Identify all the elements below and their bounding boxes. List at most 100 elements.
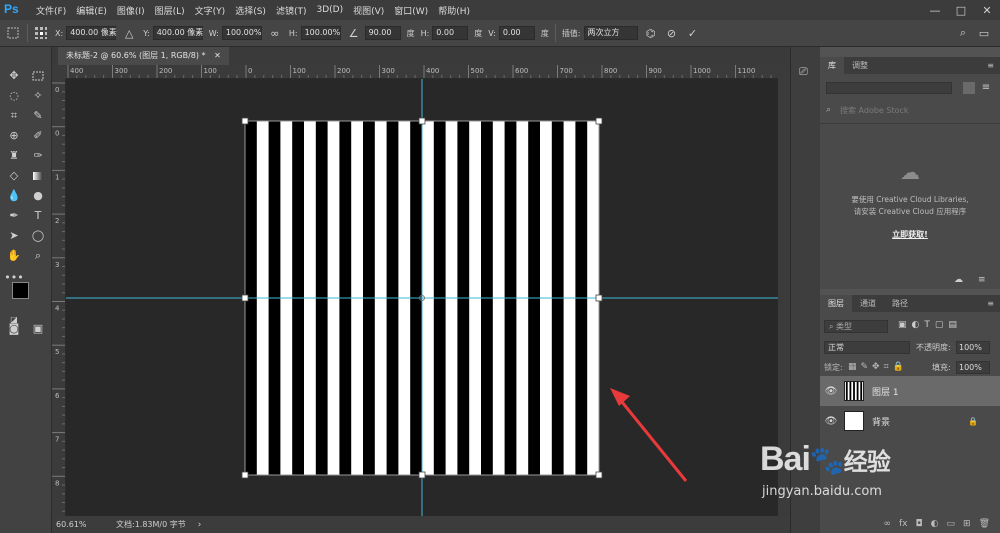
- layer-filter-icons[interactable]: ▣◐T▢▤: [898, 320, 994, 333]
- menu-image[interactable]: 图像(I): [117, 4, 145, 17]
- angle-field[interactable]: 90.00: [364, 26, 401, 40]
- canvas-area[interactable]: [66, 79, 778, 516]
- vskew-field[interactable]: 0.00: [498, 26, 535, 40]
- link-icon[interactable]: ∞: [267, 25, 283, 41]
- menu-help[interactable]: 帮助(H): [438, 4, 470, 17]
- eyedropper-tool-icon[interactable]: ✎: [28, 107, 48, 124]
- quick-mask-icon[interactable]: ◙: [4, 320, 24, 337]
- menu-window[interactable]: 窗口(W): [394, 4, 428, 17]
- screen-mode-icon[interactable]: ▣: [28, 320, 48, 337]
- move-tool-icon[interactable]: ✥: [4, 67, 24, 84]
- transform-handle-tr[interactable]: [595, 117, 603, 125]
- vertical-scrollbar[interactable]: [778, 65, 790, 516]
- new-group-icon[interactable]: ▭: [947, 519, 956, 529]
- tab-channels[interactable]: 通道: [852, 295, 884, 312]
- blur-tool-icon[interactable]: 💧: [4, 187, 24, 204]
- transform-handle-left[interactable]: [241, 294, 249, 302]
- horizontal-ruler[interactable]: 400 300 200 100 0 100 200 300 400 500 600 700 800 900…: [66, 65, 778, 79]
- library-menu-icon[interactable]: ≡: [978, 275, 994, 287]
- zoom-tool-icon[interactable]: ⌕: [28, 247, 48, 264]
- history-panel-icon[interactable]: ⎚: [799, 65, 813, 79]
- brush-tool-icon[interactable]: ✐: [28, 127, 48, 144]
- clone-stamp-tool-icon[interactable]: ♜: [4, 147, 24, 164]
- fill-field[interactable]: 100%: [956, 361, 990, 374]
- delta-icon[interactable]: △: [121, 25, 137, 41]
- pen-tool-icon[interactable]: ✒: [4, 207, 24, 224]
- h-field[interactable]: 100.00%: [300, 26, 341, 40]
- layers-menu-icon[interactable]: ≡: [981, 295, 1000, 312]
- w-field[interactable]: 100.00%: [221, 26, 262, 40]
- link-layers-icon[interactable]: ∞: [884, 519, 892, 529]
- transform-handle-tl[interactable]: [241, 117, 249, 125]
- minimize-button[interactable]: —: [922, 0, 948, 20]
- search-icon[interactable]: ⌕: [955, 25, 971, 41]
- eraser-tool-icon[interactable]: ◇: [4, 167, 24, 184]
- layer-style-icon[interactable]: fx: [899, 519, 908, 529]
- transform-handle-right[interactable]: [595, 294, 603, 302]
- menu-select[interactable]: 选择(S): [235, 4, 266, 17]
- hand-tool-icon[interactable]: ✋: [4, 247, 24, 264]
- list-view-icon[interactable]: ≡: [980, 82, 992, 94]
- canvas-drawing[interactable]: [66, 79, 778, 516]
- type-tool-icon[interactable]: T: [28, 207, 48, 224]
- blend-mode-select[interactable]: 正常: [824, 341, 910, 354]
- history-brush-tool-icon[interactable]: ✑: [28, 147, 48, 164]
- new-layer-icon[interactable]: ⊞: [963, 519, 971, 529]
- status-menu-arrow[interactable]: ›: [198, 520, 202, 530]
- close-window-button[interactable]: ✕: [974, 0, 1000, 20]
- warp-icon[interactable]: ⌬: [643, 25, 659, 41]
- reference-point-icon[interactable]: [33, 25, 49, 41]
- layer-name[interactable]: 图层 1: [872, 385, 899, 398]
- lasso-tool-icon[interactable]: ◌: [4, 87, 24, 104]
- menu-file[interactable]: 文件(F): [36, 4, 66, 17]
- hskew-field[interactable]: 0.00: [432, 26, 469, 40]
- transform-handle-bl[interactable]: [241, 471, 249, 479]
- x-field[interactable]: 400.00 像素: [66, 26, 117, 40]
- adjustment-layer-icon[interactable]: ◐: [931, 519, 939, 529]
- close-document-icon[interactable]: ✕: [214, 51, 221, 60]
- gradient-tool-icon[interactable]: [28, 167, 48, 184]
- healing-brush-tool-icon[interactable]: ⊕: [4, 127, 24, 144]
- lock-icons[interactable]: ▦✎✥⌗🔒: [848, 361, 932, 374]
- zoom-level[interactable]: 60.61%: [56, 520, 92, 529]
- grid-view-icon[interactable]: [963, 82, 975, 94]
- maximize-button[interactable]: □: [948, 0, 974, 20]
- menu-3d[interactable]: 3D(D): [316, 5, 343, 15]
- transform-tool-icon[interactable]: [5, 25, 21, 41]
- visibility-eye-icon[interactable]: 👁: [820, 416, 842, 427]
- get-now-link[interactable]: 立即获取!: [820, 229, 1000, 240]
- marquee-tool-icon[interactable]: [28, 67, 48, 84]
- cancel-transform-icon[interactable]: ⊘: [664, 25, 680, 41]
- transform-handle-bottom[interactable]: [418, 471, 426, 479]
- workspace-icon[interactable]: ▭: [976, 25, 992, 41]
- dodge-tool-icon[interactable]: ●: [28, 187, 48, 204]
- tab-layers[interactable]: 图层: [820, 295, 852, 312]
- tab-adjustments[interactable]: 调整: [844, 57, 876, 74]
- cloud-sync-icon[interactable]: ☁: [954, 275, 970, 287]
- menu-edit[interactable]: 编辑(E): [76, 4, 107, 17]
- opacity-field[interactable]: 100%: [956, 341, 990, 354]
- y-field[interactable]: 400.00 像素: [152, 26, 203, 40]
- delete-layer-icon[interactable]: 🗑: [979, 519, 990, 529]
- panel-menu-icon[interactable]: ≡: [981, 57, 1000, 74]
- layer-row-layer1[interactable]: 👁 图层 1: [820, 376, 1000, 406]
- tab-libraries[interactable]: 库: [820, 57, 844, 74]
- path-selection-tool-icon[interactable]: ➤: [4, 227, 24, 244]
- add-mask-icon[interactable]: ◘: [916, 519, 923, 529]
- menu-layer[interactable]: 图层(L): [155, 4, 185, 17]
- ellipse-tool-icon[interactable]: ◯: [28, 227, 48, 244]
- layer-filter-type[interactable]: ⌕ 类型: [824, 320, 888, 333]
- interpolation-select[interactable]: 两次立方: [583, 26, 638, 40]
- menu-type[interactable]: 文字(Y): [195, 4, 226, 17]
- vertical-ruler[interactable]: 0 0 1 2 3 4 5 6 7 8: [52, 79, 66, 516]
- library-select[interactable]: [826, 82, 952, 94]
- crop-tool-icon[interactable]: ⌗: [4, 107, 24, 124]
- foreground-color-swatch[interactable]: [12, 282, 29, 299]
- document-tab[interactable]: 未标题-2 @ 60.6% (图层 1, RGB/8) * ✕: [58, 47, 229, 65]
- layer-name[interactable]: 背景: [872, 415, 890, 428]
- magic-wand-tool-icon[interactable]: ✧: [28, 87, 48, 104]
- menu-view[interactable]: 视图(V): [353, 4, 384, 17]
- transform-handle-br[interactable]: [595, 471, 603, 479]
- menu-filter[interactable]: 滤镜(T): [276, 4, 307, 17]
- stock-search-field[interactable]: 搜索 Adobe Stock: [840, 105, 909, 117]
